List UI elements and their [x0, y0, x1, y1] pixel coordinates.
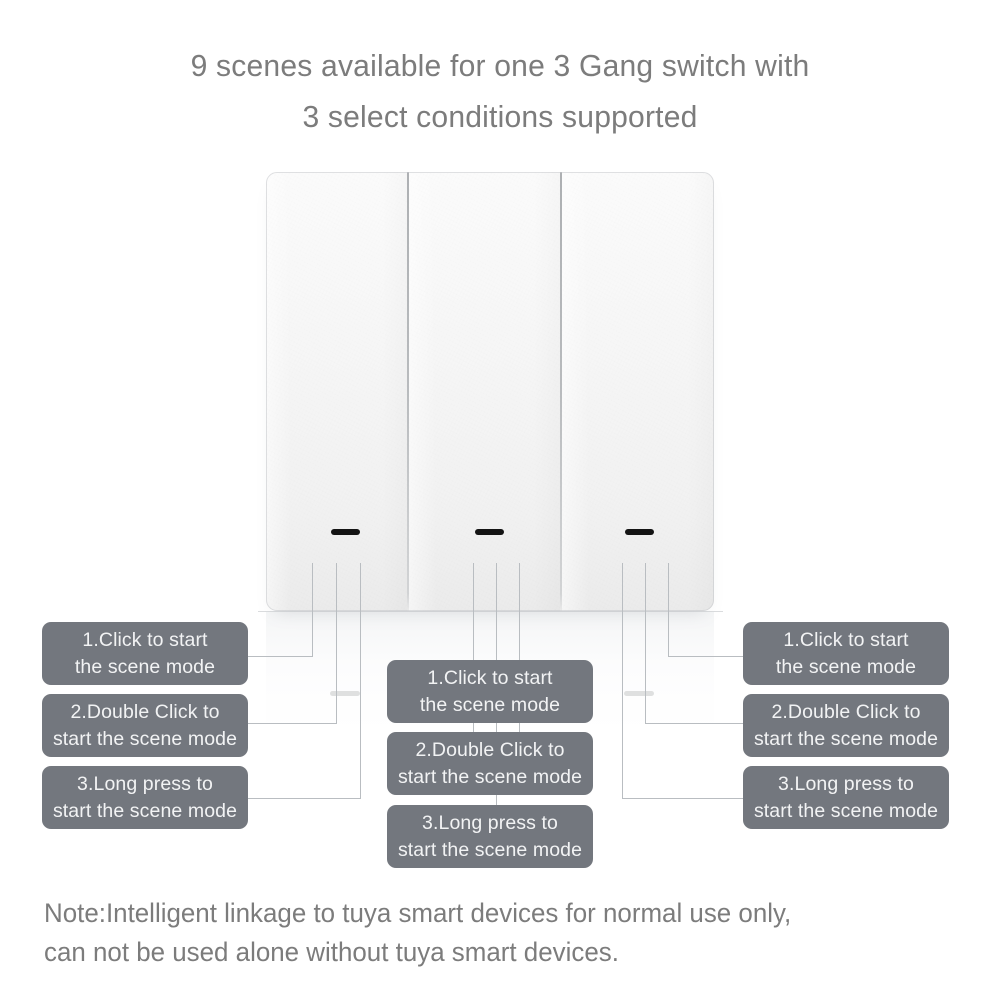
page-title-line-2: 3 select conditions supported — [302, 99, 698, 134]
callout-left-1-line-2: the scene mode — [74, 655, 216, 678]
infographic-canvas: 9 scenes available for one 3 Gang switch… — [0, 0, 1000, 1000]
callout-right-1-line-2: the scene mode — [775, 655, 917, 678]
led-reflection-1 — [330, 691, 360, 696]
callout-center-2-line-1: 2.Double Click to — [415, 738, 565, 761]
footer-note-line-2: can not be used alone without tuya smart… — [44, 937, 619, 967]
connector-left-2-horizontal — [248, 723, 337, 724]
callout-right-1[interactable]: 1.Click to start the scene mode — [743, 622, 949, 685]
connector-left-2-vertical — [336, 563, 337, 724]
callout-center-1-line-2: the scene mode — [419, 693, 561, 716]
connector-right-3-vertical — [622, 563, 623, 799]
callout-right-3-line-2: start the scene mode — [753, 799, 939, 822]
callout-center-2-line-2: start the scene mode — [397, 765, 583, 788]
footer-note: Note:Intelligent linkage to tuya smart d… — [44, 894, 937, 972]
page-title: 9 scenes available for one 3 Gang switch… — [15, 40, 985, 142]
led-indicator-1 — [331, 529, 360, 535]
connector-center-1-vertical — [473, 563, 474, 663]
callout-right-1-line-1: 1.Click to start — [783, 628, 909, 651]
callout-right-2-line-2: start the scene mode — [753, 727, 939, 750]
callout-right-3-line-1: 3.Long press to — [778, 772, 914, 795]
callout-left-2[interactable]: 2.Double Click to start the scene mode — [42, 694, 248, 757]
connector-right-1-horizontal — [668, 656, 743, 657]
callout-left-2-line-2: start the scene mode — [52, 727, 238, 750]
connector-left-3-vertical — [360, 563, 361, 799]
connector-left-3-horizontal — [248, 798, 361, 799]
callout-center-1-line-1: 1.Click to start — [427, 666, 553, 689]
panel-border — [266, 172, 714, 611]
connector-right-2-vertical — [645, 563, 646, 724]
callout-left-1-line-1: 1.Click to start — [82, 628, 208, 651]
callout-left-3[interactable]: 3.Long press to start the scene mode — [42, 766, 248, 829]
wall-switch-panel — [266, 172, 714, 611]
footer-note-line-1: Note:Intelligent linkage to tuya smart d… — [44, 898, 792, 928]
panel-reflection-edge — [258, 611, 723, 612]
callout-right-2-line-1: 2.Double Click to — [771, 700, 921, 723]
callout-center-1[interactable]: 1.Click to start the scene mode — [387, 660, 593, 723]
connector-left-1-horizontal — [248, 656, 313, 657]
callout-center-3[interactable]: 3.Long press to start the scene mode — [387, 805, 593, 868]
connector-right-1-vertical — [668, 563, 669, 657]
callout-left-1[interactable]: 1.Click to start the scene mode — [42, 622, 248, 685]
connector-right-3-horizontal — [622, 798, 743, 799]
callout-center-3-line-1: 3.Long press to — [422, 811, 558, 834]
connector-right-2-horizontal — [645, 723, 743, 724]
callout-left-3-line-2: start the scene mode — [52, 799, 238, 822]
connector-left-1-vertical — [312, 563, 313, 657]
led-indicator-3 — [625, 529, 654, 535]
callout-right-2[interactable]: 2.Double Click to start the scene mode — [743, 694, 949, 757]
callout-center-2[interactable]: 2.Double Click to start the scene mode — [387, 732, 593, 795]
page-title-line-1: 9 scenes available for one 3 Gang switch… — [190, 48, 810, 83]
callout-left-2-line-1: 2.Double Click to — [70, 700, 220, 723]
callout-center-3-line-2: start the scene mode — [397, 838, 583, 861]
callout-right-3[interactable]: 3.Long press to start the scene mode — [743, 766, 949, 829]
led-reflection-3 — [624, 691, 654, 696]
led-indicator-2 — [475, 529, 504, 535]
connector-center-3-vertical — [519, 563, 520, 663]
callout-left-3-line-1: 3.Long press to — [77, 772, 213, 795]
